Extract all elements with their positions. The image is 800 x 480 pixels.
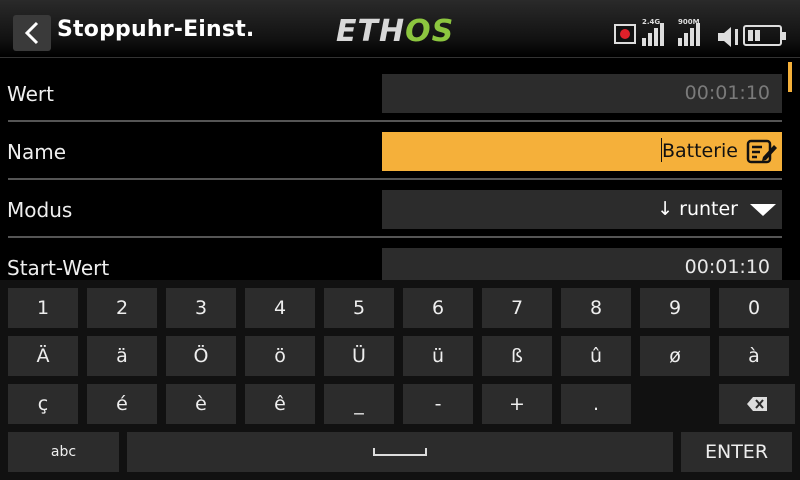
row-name: Name Batterie bbox=[0, 122, 782, 180]
space-bar-icon bbox=[373, 448, 427, 456]
key-a-grave[interactable]: à bbox=[719, 336, 789, 376]
key-e-grave[interactable]: è bbox=[166, 384, 236, 424]
record-icon bbox=[614, 24, 636, 44]
wert-label: Wert bbox=[7, 82, 54, 106]
page-title: Stoppuhr-Einst. bbox=[57, 17, 255, 42]
enter-key[interactable]: ENTER bbox=[681, 432, 792, 472]
modus-value: ↓ runter bbox=[657, 198, 738, 220]
key-6[interactable]: 6 bbox=[403, 288, 473, 328]
key-O-umlaut[interactable]: Ö bbox=[166, 336, 236, 376]
key-eszett[interactable]: ß bbox=[482, 336, 552, 376]
scrollbar[interactable] bbox=[788, 62, 792, 92]
key-3[interactable]: 3 bbox=[166, 288, 236, 328]
battery-icon bbox=[743, 25, 786, 46]
key-1[interactable]: 1 bbox=[8, 288, 78, 328]
row-wert: Wert 00:01:10 bbox=[0, 64, 782, 122]
key-5[interactable]: 5 bbox=[324, 288, 394, 328]
key-U-umlaut[interactable]: Ü bbox=[324, 336, 394, 376]
dropdown-arrow-icon bbox=[750, 204, 776, 216]
key-4[interactable]: 4 bbox=[245, 288, 315, 328]
on-screen-keyboard: 1 2 3 4 5 6 7 8 9 0 Ä ä Ö ö Ü ü ß û ø à … bbox=[0, 280, 800, 480]
key-u-umlaut[interactable]: ü bbox=[403, 336, 473, 376]
key-underscore[interactable]: _ bbox=[324, 384, 394, 424]
name-value: Batterie bbox=[661, 140, 738, 162]
backspace-icon bbox=[747, 397, 767, 411]
name-label: Name bbox=[7, 140, 67, 164]
speaker-icon bbox=[718, 27, 738, 47]
key-minus[interactable]: - bbox=[403, 384, 473, 424]
key-2[interactable]: 2 bbox=[87, 288, 157, 328]
key-0[interactable]: 0 bbox=[719, 288, 789, 328]
signal-900m-icon: 900M bbox=[678, 18, 708, 48]
space-key[interactable] bbox=[127, 432, 673, 472]
ethos-logo: ETHOS bbox=[336, 14, 455, 49]
signal-24g-icon: 2.4G bbox=[642, 18, 672, 48]
key-c-cedilla[interactable]: ç bbox=[8, 384, 78, 424]
key-o-umlaut[interactable]: ö bbox=[245, 336, 315, 376]
key-A-umlaut[interactable]: Ä bbox=[8, 336, 78, 376]
key-9[interactable]: 9 bbox=[640, 288, 710, 328]
row-modus: Modus ↓ runter bbox=[0, 180, 782, 238]
wert-field[interactable]: 00:01:10 bbox=[382, 74, 782, 113]
start-wert-label: Start-Wert bbox=[7, 256, 110, 280]
key-u-circumflex[interactable]: û bbox=[561, 336, 631, 376]
modus-dropdown[interactable]: ↓ runter bbox=[382, 190, 782, 229]
key-7[interactable]: 7 bbox=[482, 288, 552, 328]
key-e-acute[interactable]: é bbox=[87, 384, 157, 424]
back-button[interactable] bbox=[13, 15, 51, 51]
key-o-slash[interactable]: ø bbox=[640, 336, 710, 376]
row-start-wert: Start-Wert 00:01:10 bbox=[0, 238, 782, 280]
key-e-circumflex[interactable]: ê bbox=[245, 384, 315, 424]
timer-settings-form: Wert 00:01:10 Name Batterie Modus ↓ runt… bbox=[0, 64, 800, 280]
abc-key[interactable]: abc bbox=[8, 432, 119, 472]
key-plus[interactable]: + bbox=[482, 384, 552, 424]
start-wert-field[interactable]: 00:01:10 bbox=[382, 248, 782, 280]
key-period[interactable]: . bbox=[561, 384, 631, 424]
key-a-umlaut[interactable]: ä bbox=[87, 336, 157, 376]
chevron-left-icon bbox=[24, 21, 39, 45]
key-8[interactable]: 8 bbox=[561, 288, 631, 328]
edit-icon[interactable] bbox=[746, 139, 778, 165]
modus-label: Modus bbox=[7, 198, 73, 222]
name-input[interactable]: Batterie bbox=[382, 132, 782, 171]
title-bar: Stoppuhr-Einst. ETHOS 2.4G 900M bbox=[0, 0, 800, 58]
backspace-key[interactable] bbox=[719, 384, 795, 424]
